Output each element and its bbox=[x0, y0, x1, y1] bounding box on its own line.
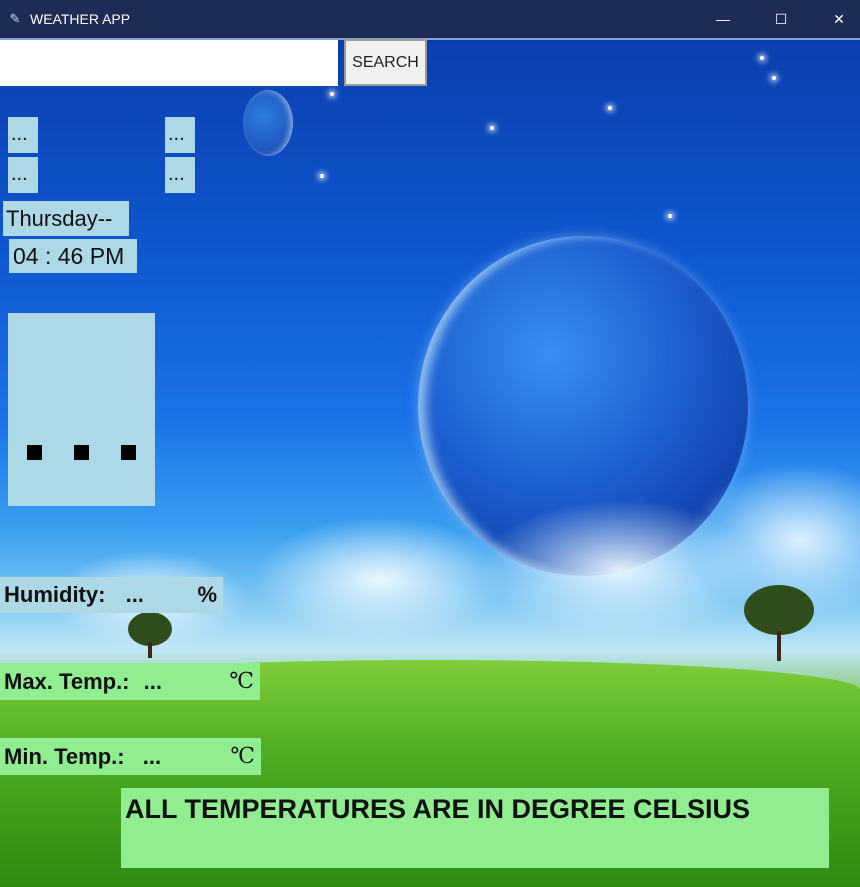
info-label-bottom-left: ... bbox=[8, 157, 38, 193]
max-temp-row: Max. Temp.: ... ℃ bbox=[0, 663, 260, 700]
star bbox=[772, 76, 776, 80]
min-temp-value: ... bbox=[142, 744, 162, 769]
small-moon bbox=[243, 90, 293, 156]
max-temp-value: ... bbox=[143, 669, 162, 694]
max-temp-unit: ℃ bbox=[229, 669, 254, 694]
loading-dot bbox=[27, 445, 42, 460]
star bbox=[608, 106, 612, 110]
time-label: 04 : 46 PM bbox=[9, 239, 137, 273]
min-temp-row: Min. Temp.: ... ℃ bbox=[0, 738, 261, 775]
day-label: Thursday-- bbox=[3, 201, 129, 236]
min-temp-label: Min. Temp.: bbox=[4, 744, 125, 769]
info-label-bottom-right: ... bbox=[165, 157, 195, 193]
star bbox=[668, 214, 672, 218]
close-button[interactable]: ✕ bbox=[810, 0, 860, 38]
humidity-unit: % bbox=[197, 582, 217, 607]
info-label-top-left: ... bbox=[8, 117, 38, 153]
info-label-top-right: ... bbox=[165, 117, 195, 153]
weather-icon-box bbox=[8, 313, 155, 506]
title-bar: ✎ WEATHER APP — ☐ ✕ bbox=[0, 0, 860, 38]
min-temp-unit: ℃ bbox=[230, 744, 255, 769]
max-temp-label: Max. Temp.: bbox=[4, 669, 130, 694]
footer-note: ALL TEMPERATURES ARE IN DEGREE CELSIUS bbox=[121, 788, 829, 868]
humidity-row: Humidity: ... % bbox=[0, 577, 223, 613]
maximize-button[interactable]: ☐ bbox=[752, 0, 810, 38]
star bbox=[760, 56, 764, 60]
humidity-value: ... bbox=[125, 582, 144, 607]
search-input[interactable] bbox=[0, 40, 338, 86]
humidity-label: Humidity: bbox=[4, 582, 106, 607]
search-button[interactable]: SEARCH bbox=[344, 39, 427, 86]
star bbox=[320, 174, 324, 178]
window-title: WEATHER APP bbox=[30, 11, 131, 27]
loading-dot bbox=[74, 445, 89, 460]
loading-dot bbox=[121, 445, 136, 460]
feather-icon: ✎ bbox=[9, 11, 21, 26]
star bbox=[330, 92, 334, 96]
star bbox=[490, 126, 494, 130]
minimize-button[interactable]: — bbox=[694, 0, 752, 38]
